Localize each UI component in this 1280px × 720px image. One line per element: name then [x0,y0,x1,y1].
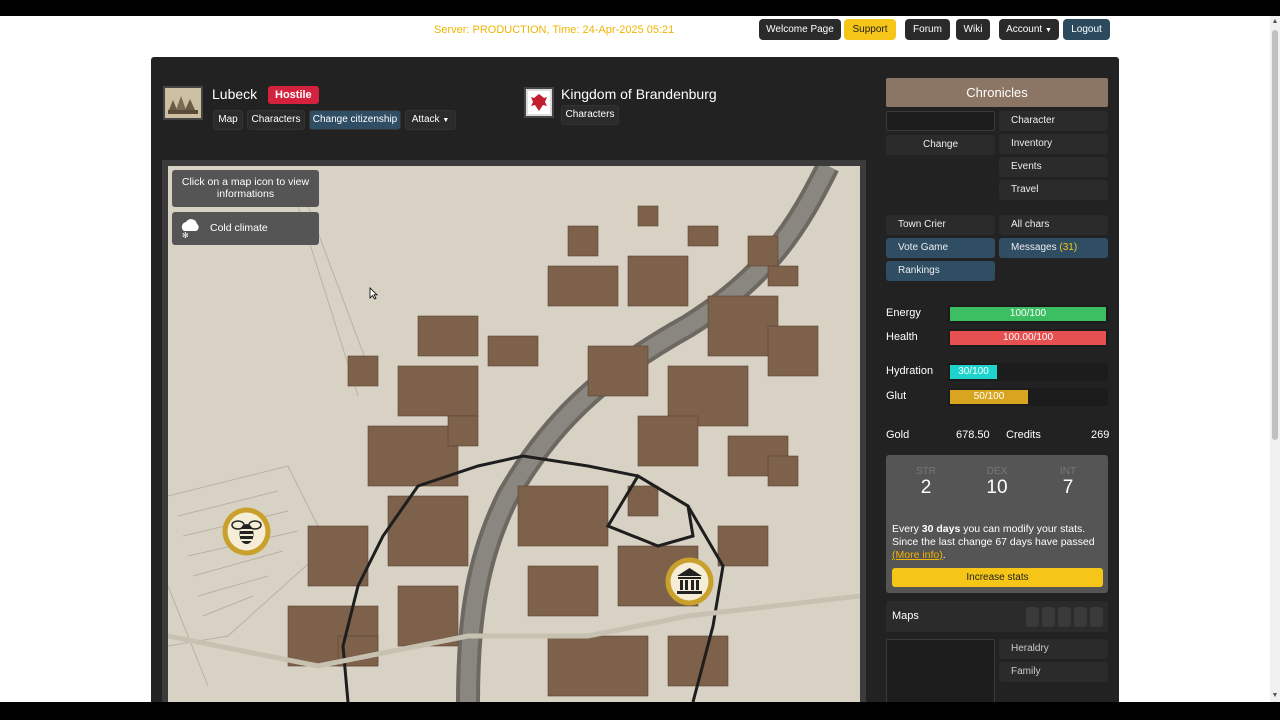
map-slot[interactable] [1074,607,1087,627]
health-bar: 100.00/100 [948,329,1108,347]
messages-count: (31) [1059,242,1078,253]
family-button[interactable]: Family [999,662,1108,682]
stats-since: Since the last change 67 days have passe… [892,536,1095,548]
maps-label: Maps [892,610,919,622]
rankings-button[interactable]: Rankings [886,261,995,281]
hydration-bar-fill: 30/100 [950,365,997,379]
mouse-cursor-icon [369,287,378,300]
kingdom-flag-icon [524,87,554,118]
map-slot[interactable] [1058,607,1071,627]
stats-every: Every [892,523,922,535]
energy-bar: 100/100 [948,305,1108,323]
welcome-page-button[interactable]: Welcome Page [759,19,841,40]
scroll-down-icon[interactable]: ▼ [1271,692,1279,700]
character-button[interactable]: Character [999,111,1108,131]
messages-button[interactable]: Messages (31) [999,238,1108,258]
caret-down-icon: ▼ [442,117,450,124]
map-slot[interactable] [1042,607,1055,627]
chronicles-button[interactable]: Chronicles [886,78,1108,107]
svg-text:✻: ✻ [182,231,189,239]
account-label: Account [1006,24,1043,35]
events-button[interactable]: Events [999,157,1108,177]
beehive-map-icon[interactable] [221,506,272,557]
stats-modify: you can modify your stats. [960,523,1086,535]
character-name-box [886,111,995,131]
town-crier-button[interactable]: Town Crier [886,215,995,235]
town-map[interactable] [168,166,860,702]
map-slot[interactable] [1090,607,1103,627]
logout-button[interactable]: Logout [1063,19,1110,40]
stats-info-text: Every 30 days you can modify your stats.… [892,523,1104,562]
int-stat: INT 7 [1048,466,1088,499]
health-bar-fill: 100.00/100 [950,331,1106,345]
dex-value: 10 [986,477,1008,498]
credits-value: 269 [1091,429,1110,441]
int-label: INT [1059,466,1077,477]
scrollbar-thumb[interactable] [1272,30,1278,440]
scroll-up-icon[interactable]: ▲ [1271,18,1279,26]
map-button[interactable]: Map [213,110,243,130]
support-button[interactable]: Support [844,19,896,40]
kingdom-characters-button[interactable]: Characters [561,105,619,125]
town-hall-map-icon[interactable] [664,556,715,607]
browser-top-bar [0,0,1280,16]
health-label: Health [886,331,918,343]
glut-bar: 50/100 [948,388,1108,406]
glut-label: Glut [886,390,907,402]
browser-bottom-bar [0,702,1280,720]
town-thumbnail [163,86,203,120]
map-hint: Click on a map icon to view informations [172,170,319,207]
int-value: 7 [1062,477,1074,498]
str-value: 2 [920,477,932,498]
cold-climate-icon: ✻ [181,219,199,239]
inventory-button[interactable]: Inventory [999,134,1108,154]
hydration-label: Hydration [886,365,934,377]
dex-stat: DEX 10 [977,466,1017,499]
hydration-bar: 30/100 [948,363,1108,381]
attack-label: Attack [411,114,440,125]
climate-label: Cold climate [210,222,268,234]
change-citizenship-button[interactable]: Change citizenship [309,110,401,130]
gold-label: Gold [886,429,910,441]
dex-label: DEX [986,466,1008,477]
energy-label: Energy [886,307,921,319]
gold-value: 678.50 [956,429,990,441]
wiki-button[interactable]: Wiki [956,19,990,40]
glut-bar-fill: 50/100 [950,390,1028,404]
kingdom-name: Kingdom of Brandenburg [561,86,717,102]
travel-button[interactable]: Travel [999,180,1108,200]
energy-bar-fill: 100/100 [950,307,1106,321]
climate-panel: ✻ Cold climate [172,212,319,245]
increase-stats-button[interactable]: Increase stats [892,568,1103,587]
change-button[interactable]: Change [886,135,995,155]
forum-button[interactable]: Forum [905,19,950,40]
credits-label: Credits [1006,429,1041,441]
town-characters-button[interactable]: Characters [247,110,305,130]
heraldry-portrait [886,639,995,709]
messages-label: Messages [1011,242,1057,253]
page-scrollbar[interactable]: ▲ ▼ [1270,16,1280,702]
vote-game-button[interactable]: Vote Game [886,238,995,258]
heraldry-button[interactable]: Heraldry [999,639,1108,659]
caret-down-icon: ▼ [1044,27,1052,34]
all-chars-button[interactable]: All chars [999,215,1108,235]
hostile-badge: Hostile [268,86,319,104]
stats-period: . [942,549,946,561]
stats-days: 30 days [921,523,961,535]
server-time: Server: PRODUCTION, Time: 24-Apr-2025 05… [434,24,675,36]
town-name: Lubeck [212,86,258,102]
account-button[interactable]: Account ▼ [999,19,1059,40]
map-slot[interactable] [1026,607,1039,627]
str-stat: STR 2 [906,466,946,499]
str-label: STR [916,466,936,477]
more-info-link[interactable]: (More info) [892,549,943,561]
attack-dropdown-button[interactable]: Attack ▼ [405,110,456,130]
